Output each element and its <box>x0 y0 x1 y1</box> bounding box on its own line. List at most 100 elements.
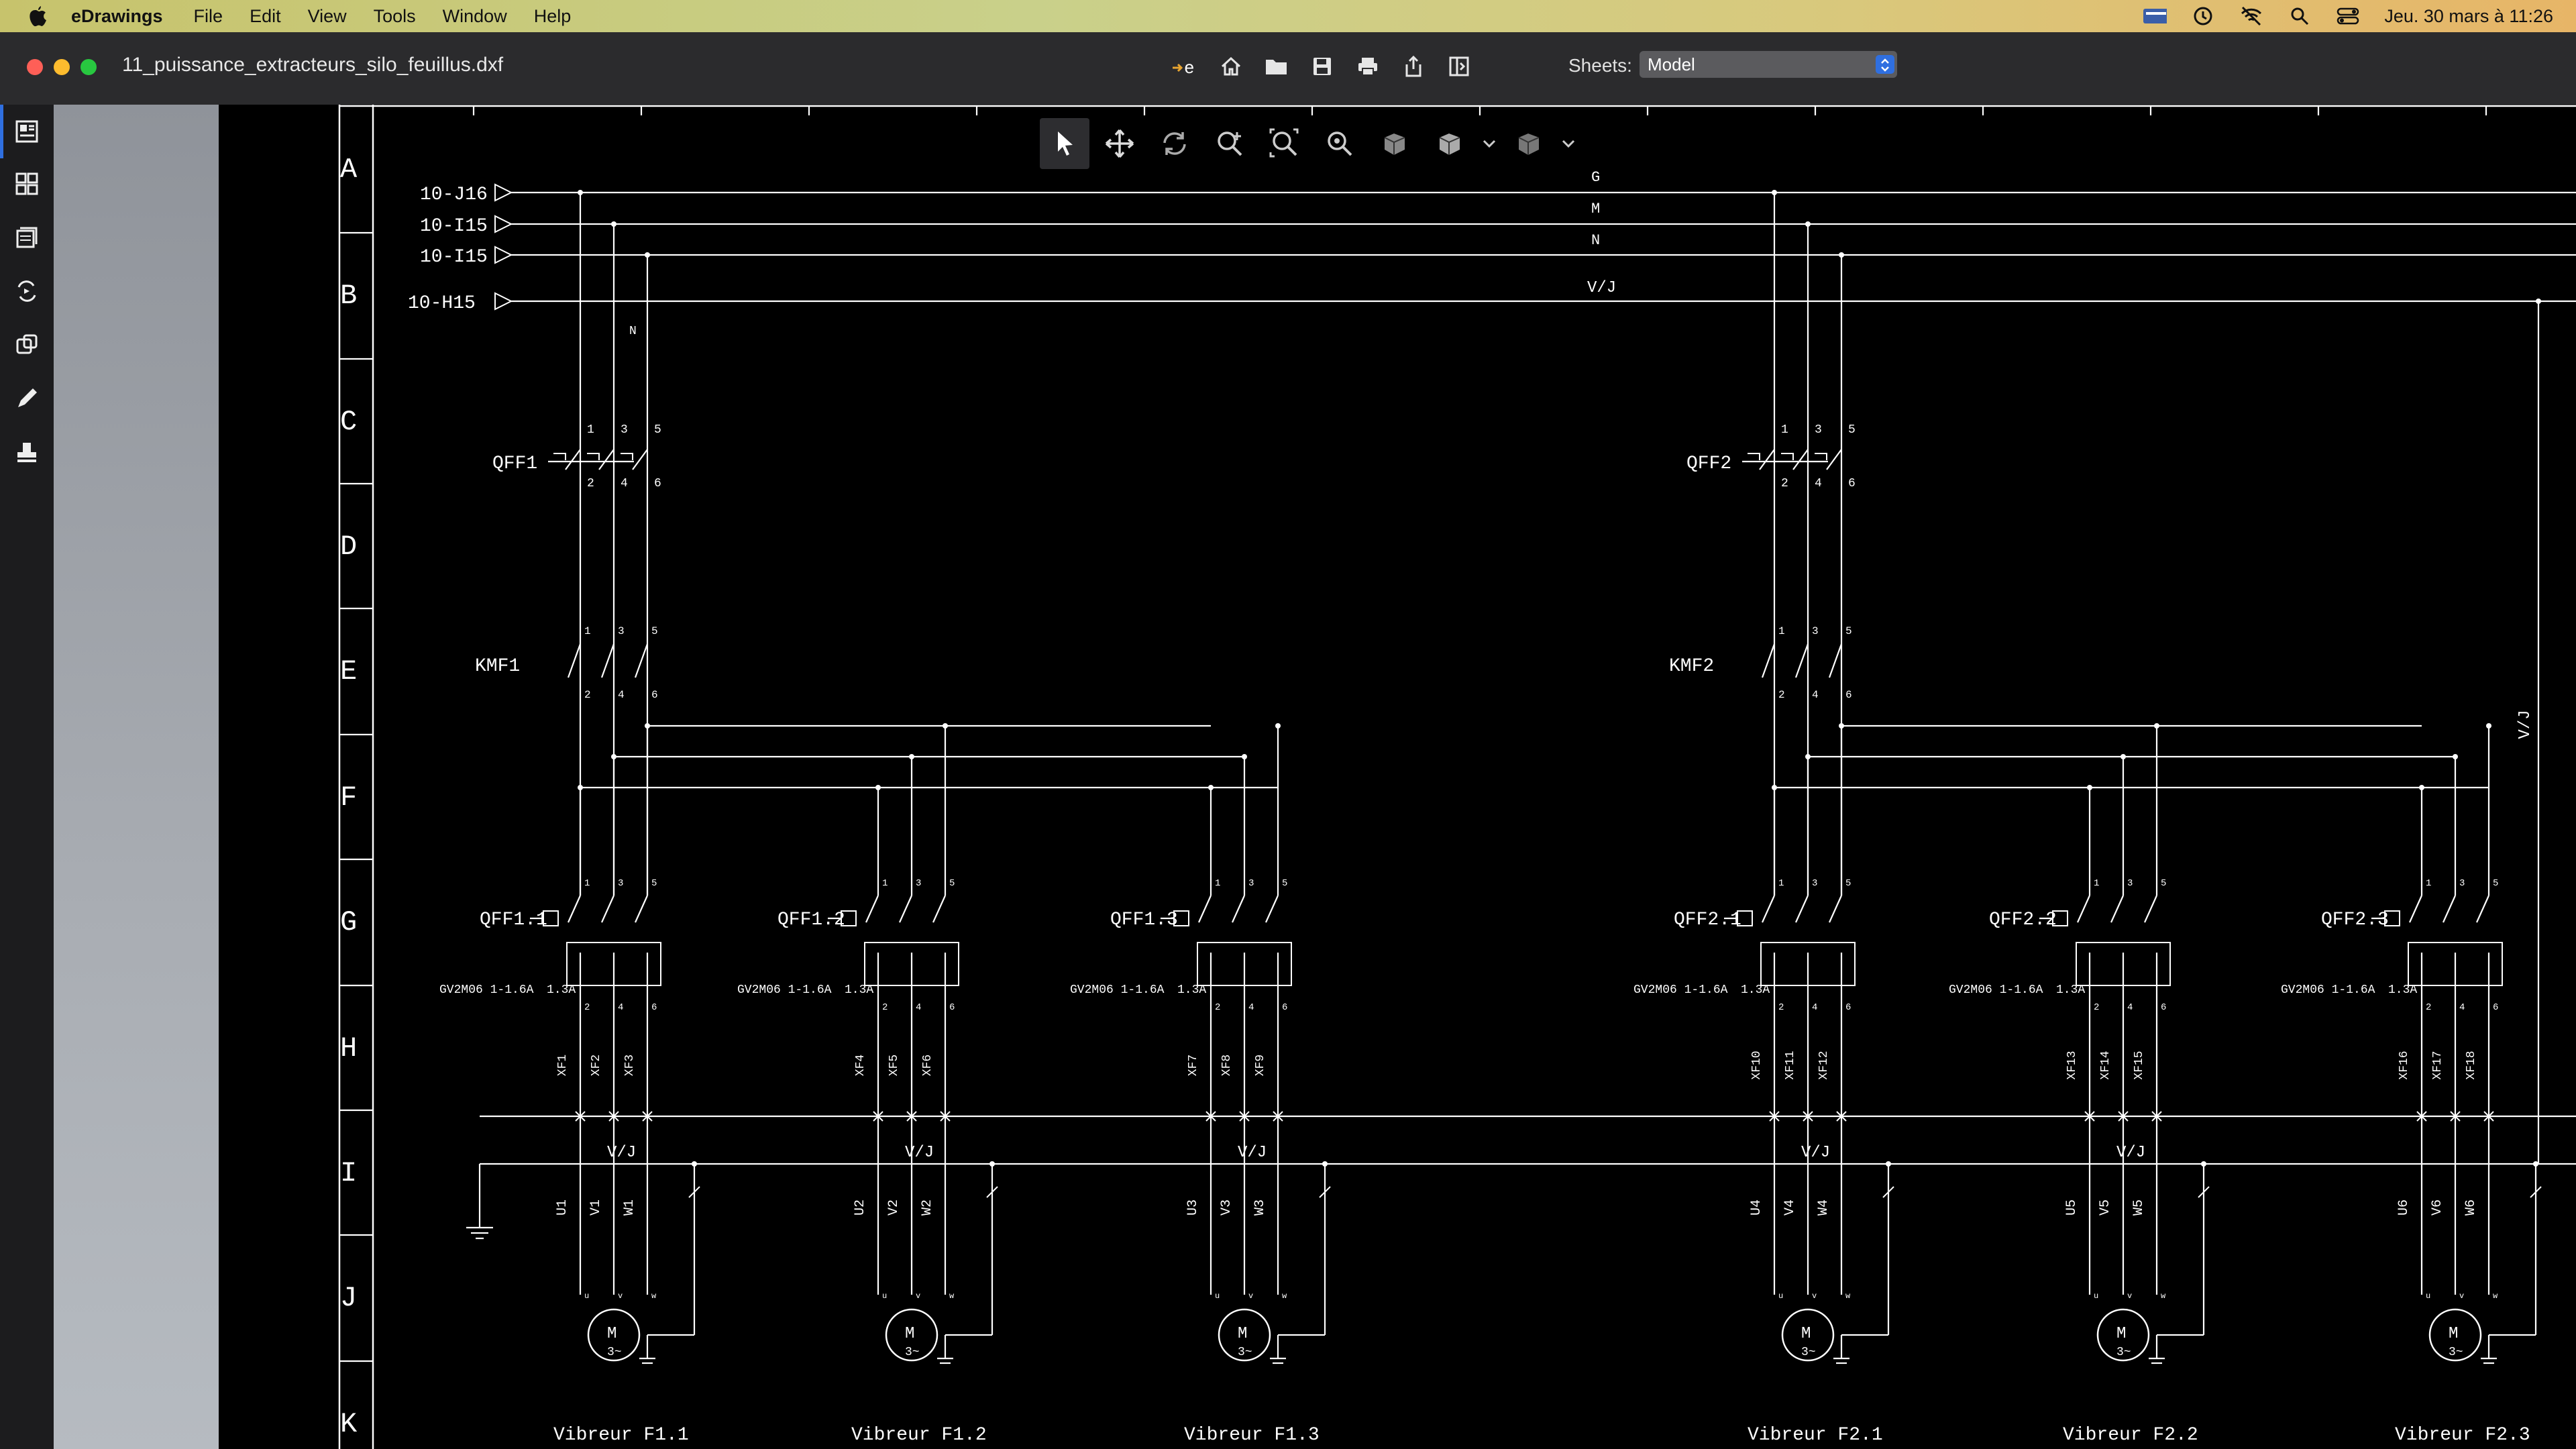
bus-label: M <box>1591 201 1600 217</box>
gv-reference: GV2M06 1-1.6A <box>737 983 832 997</box>
thumbnails-icon[interactable] <box>12 117 42 146</box>
menu-view[interactable]: View <box>308 6 347 27</box>
shading-icon[interactable] <box>1504 118 1554 169</box>
pole-number: 2 <box>584 689 591 701</box>
signal-arrow-icon <box>494 292 513 311</box>
junction-dot <box>2453 754 2458 759</box>
gv-contact <box>2408 895 2423 923</box>
chevron-down-icon[interactable] <box>1480 118 1499 169</box>
junction-dot <box>1886 1161 1891 1167</box>
zoom-area-icon[interactable] <box>1205 118 1254 169</box>
cable-label: W6 <box>2463 1199 2479 1216</box>
save-icon[interactable] <box>1307 51 1338 82</box>
view-toolbar <box>1040 118 1578 169</box>
search-icon[interactable] <box>2288 6 2312 26</box>
print-icon[interactable] <box>1352 51 1383 82</box>
pan-icon[interactable] <box>1095 118 1144 169</box>
motor-terminal: w <box>2493 1291 2498 1301</box>
terminal-label: XF15 <box>2133 1051 2146 1079</box>
signal-label: 10-H15 <box>408 293 476 314</box>
home-icon[interactable] <box>1216 51 1246 82</box>
pole-number: 4 <box>1248 1002 1254 1013</box>
pole-number: 3 <box>1812 878 1817 889</box>
menu-file[interactable]: File <box>194 6 223 27</box>
bus-label: G <box>1591 169 1600 186</box>
row-label-A: A <box>340 154 358 186</box>
app-name-menu[interactable]: eDrawings <box>71 6 163 27</box>
svg-text:e: e <box>1184 58 1195 77</box>
menu-edit[interactable]: Edit <box>250 6 281 27</box>
pole-number: 5 <box>1845 878 1851 889</box>
components-icon[interactable] <box>12 169 42 199</box>
zoom-fit-icon[interactable] <box>1260 118 1309 169</box>
contactor-contact <box>1828 643 1843 678</box>
minimize-window-button[interactable] <box>54 59 70 75</box>
gv-contact <box>2143 895 2158 923</box>
gv-contact <box>865 895 879 923</box>
pole-number: 3 <box>2127 878 2133 889</box>
breaker-latch <box>553 453 566 460</box>
chevron-updown-icon <box>1876 55 1894 74</box>
markup-icon[interactable] <box>12 384 42 413</box>
feeder-breaker-label: QFF2.1 <box>1674 910 1741 930</box>
drawing-canvas[interactable]: A B C D E F G H I J K 10-J16 10-I15 10-I15 10-H15 G M N V/… <box>219 105 2576 1449</box>
motor-letter: M <box>2116 1325 2126 1343</box>
row-label-H: H <box>340 1032 357 1065</box>
rotate-icon[interactable] <box>1150 118 1199 169</box>
pole-number: 5 <box>654 423 661 437</box>
zoom-icon[interactable] <box>1315 118 1364 169</box>
n-label: N <box>629 325 637 338</box>
edrawings-logo-icon[interactable]: e <box>1170 51 1201 82</box>
breaker-label: QFF1 <box>492 453 537 474</box>
measure-icon[interactable] <box>12 330 42 360</box>
motor-phase: 3~ <box>2449 1346 2463 1359</box>
vj-label: V/J <box>2116 1144 2145 1162</box>
close-window-button[interactable] <box>27 59 43 75</box>
zoom-window-button[interactable] <box>80 59 97 75</box>
vj-side-label: V/J <box>2516 710 2534 739</box>
bus-label: V/J <box>1587 279 1616 297</box>
pole-number: 6 <box>1845 1002 1851 1013</box>
wifi-off-icon[interactable] <box>2239 6 2263 26</box>
chevron-down-icon[interactable] <box>1559 118 1578 169</box>
motor-terminal: u <box>2426 1291 2430 1301</box>
menubar-clock[interactable]: Jeu. 30 mars à 11:26 <box>2384 6 2553 27</box>
pole-number: 1 <box>2094 878 2099 889</box>
pole-number: 2 <box>584 1002 590 1013</box>
feeder-breaker-label: QFF1.3 <box>1110 910 1178 930</box>
cable-label: V5 <box>2098 1199 2113 1216</box>
macos-menubar: eDrawings File Edit View Tools Window He… <box>0 0 2576 32</box>
signal-label: 10-J16 <box>420 184 488 205</box>
sheets-dropdown[interactable]: Model <box>1640 51 1897 78</box>
pole-number: 5 <box>1845 625 1852 637</box>
terminal-label: XF7 <box>1187 1055 1200 1076</box>
motor-name: Vibreur F1.1 <box>553 1425 689 1446</box>
pole-number: 4 <box>618 689 625 701</box>
view-orientation-icon[interactable] <box>1370 118 1419 169</box>
junction-dot <box>2121 754 2126 759</box>
control-center-icon[interactable] <box>2336 6 2360 26</box>
panel-toggle-icon[interactable] <box>1444 51 1474 82</box>
gv-contact <box>2076 895 2091 923</box>
motor-name: Vibreur F2.2 <box>2063 1425 2198 1446</box>
animation-icon[interactable] <box>12 276 42 306</box>
pole-number: 4 <box>1815 477 1822 490</box>
keyboard-flag-icon[interactable] <box>2143 6 2167 26</box>
motor-letter: M <box>1238 1325 1247 1343</box>
stamp-icon[interactable] <box>12 437 42 467</box>
time-machine-icon[interactable] <box>2191 6 2215 26</box>
open-folder-icon[interactable] <box>1261 51 1292 82</box>
motor-letter: M <box>607 1325 616 1343</box>
display-style-icon[interactable] <box>1425 118 1474 169</box>
share-icon[interactable] <box>1398 51 1429 82</box>
breaker-contact <box>598 449 614 470</box>
menu-window[interactable]: Window <box>443 6 507 27</box>
menu-help[interactable]: Help <box>534 6 572 27</box>
pole-number: 1 <box>882 878 888 889</box>
sheets-icon[interactable] <box>12 223 42 252</box>
cable-label: W3 <box>1252 1199 1268 1216</box>
select-icon[interactable] <box>1040 118 1089 169</box>
cable-label: V3 <box>1219 1199 1234 1216</box>
menu-tools[interactable]: Tools <box>374 6 416 27</box>
apple-icon[interactable] <box>24 3 51 30</box>
